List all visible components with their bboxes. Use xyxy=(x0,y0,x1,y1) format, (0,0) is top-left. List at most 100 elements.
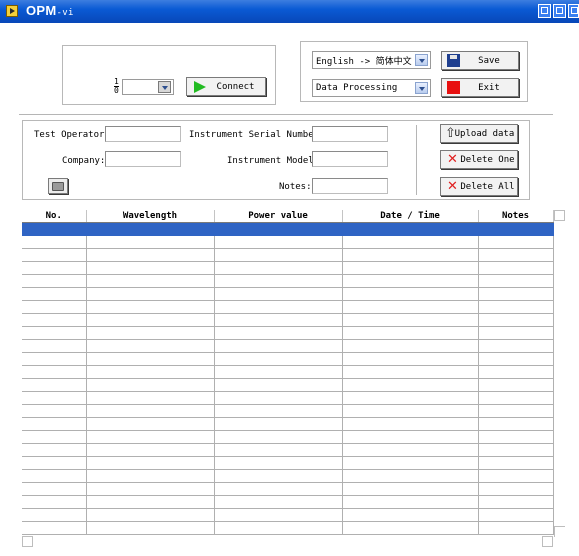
connect-button[interactable]: Connect xyxy=(186,77,266,96)
table-cell[interactable] xyxy=(86,404,215,418)
table-row[interactable] xyxy=(22,378,554,392)
table-cell[interactable] xyxy=(478,521,554,535)
table-cell[interactable] xyxy=(22,404,87,418)
table-cell[interactable] xyxy=(214,391,343,405)
delete-all-button[interactable]: ✕ Delete All xyxy=(440,177,518,196)
table-row[interactable] xyxy=(22,443,554,457)
test-operator-field[interactable] xyxy=(105,126,181,142)
table-row[interactable] xyxy=(22,313,554,327)
table-cell[interactable] xyxy=(22,261,87,275)
column-header-notes[interactable]: Notes xyxy=(478,210,554,223)
table-cell[interactable] xyxy=(342,521,479,535)
table-row[interactable] xyxy=(22,456,554,470)
table-cell[interactable] xyxy=(22,222,87,236)
table-cell[interactable] xyxy=(86,378,215,392)
table-cell[interactable] xyxy=(86,261,215,275)
table-cell[interactable] xyxy=(86,521,215,535)
table-cell[interactable] xyxy=(214,235,343,249)
table-cell[interactable] xyxy=(214,365,343,379)
table-cell[interactable] xyxy=(214,469,343,483)
table-cell[interactable] xyxy=(22,287,87,301)
table-cell[interactable] xyxy=(214,352,343,366)
upload-data-button[interactable]: ⇧ Upload data xyxy=(440,124,518,143)
mode-dropdown-arrow[interactable] xyxy=(415,82,428,94)
table-cell[interactable] xyxy=(86,313,215,327)
table-row[interactable] xyxy=(22,521,554,535)
table-cell[interactable] xyxy=(342,469,479,483)
table-cell[interactable] xyxy=(342,430,479,444)
exit-button[interactable]: Exit xyxy=(441,78,519,97)
table-cell[interactable] xyxy=(86,456,215,470)
delete-one-button[interactable]: ✕ Delete One xyxy=(440,150,518,169)
port-select[interactable] xyxy=(122,79,174,95)
table-cell[interactable] xyxy=(86,326,215,340)
table-cell[interactable] xyxy=(86,339,215,353)
table-cell[interactable] xyxy=(214,404,343,418)
table-cell[interactable] xyxy=(342,417,479,431)
table-row[interactable] xyxy=(22,222,554,236)
table-cell[interactable] xyxy=(22,274,87,288)
table-cell[interactable] xyxy=(214,443,343,457)
table-cell[interactable] xyxy=(86,287,215,301)
table-row[interactable] xyxy=(22,352,554,366)
table-cell[interactable] xyxy=(22,469,87,483)
table-cell[interactable] xyxy=(22,378,87,392)
table-cell[interactable] xyxy=(342,456,479,470)
language-dropdown-arrow[interactable] xyxy=(415,54,428,66)
table-cell[interactable] xyxy=(214,248,343,262)
table-cell[interactable] xyxy=(342,261,479,275)
table-cell[interactable] xyxy=(478,222,554,236)
port-dropdown-arrow[interactable] xyxy=(158,81,171,93)
horizontal-scrollbar-right[interactable] xyxy=(542,536,553,547)
table-row[interactable] xyxy=(22,391,554,405)
table-cell[interactable] xyxy=(86,469,215,483)
print-button[interactable] xyxy=(48,178,68,194)
table-cell[interactable] xyxy=(478,326,554,340)
table-cell[interactable] xyxy=(342,508,479,522)
table-row[interactable] xyxy=(22,430,554,444)
table-cell[interactable] xyxy=(86,495,215,509)
table-cell[interactable] xyxy=(86,235,215,249)
table-row[interactable] xyxy=(22,404,554,418)
close-button[interactable] xyxy=(568,4,579,18)
table-row[interactable] xyxy=(22,482,554,496)
mode-select[interactable]: Data Processing xyxy=(312,79,431,97)
column-header-no[interactable]: No. xyxy=(22,210,87,223)
table-cell[interactable] xyxy=(22,456,87,470)
table-cell[interactable] xyxy=(478,482,554,496)
table-cell[interactable] xyxy=(478,313,554,327)
table-cell[interactable] xyxy=(478,300,554,314)
table-cell[interactable] xyxy=(342,352,479,366)
table-cell[interactable] xyxy=(342,274,479,288)
table-cell[interactable] xyxy=(214,430,343,444)
table-row[interactable] xyxy=(22,287,554,301)
column-header-wavelength[interactable]: Wavelength xyxy=(86,210,215,223)
table-row[interactable] xyxy=(22,326,554,340)
table-cell[interactable] xyxy=(86,508,215,522)
table-cell[interactable] xyxy=(22,443,87,457)
table-cell[interactable] xyxy=(86,443,215,457)
table-cell[interactable] xyxy=(86,352,215,366)
column-header-datetime[interactable]: Date / Time xyxy=(342,210,479,223)
table-cell[interactable] xyxy=(22,300,87,314)
table-cell[interactable] xyxy=(22,495,87,509)
table-cell[interactable] xyxy=(86,482,215,496)
table-cell[interactable] xyxy=(478,274,554,288)
table-cell[interactable] xyxy=(478,391,554,405)
table-cell[interactable] xyxy=(214,274,343,288)
table-row[interactable] xyxy=(22,274,554,288)
table-cell[interactable] xyxy=(342,495,479,509)
column-header-power[interactable]: Power value xyxy=(214,210,343,223)
table-cell[interactable] xyxy=(214,261,343,275)
table-cell[interactable] xyxy=(214,417,343,431)
table-cell[interactable] xyxy=(342,482,479,496)
table-cell[interactable] xyxy=(478,495,554,509)
table-cell[interactable] xyxy=(342,365,479,379)
table-cell[interactable] xyxy=(214,222,343,236)
company-field[interactable] xyxy=(105,151,181,167)
table-cell[interactable] xyxy=(478,456,554,470)
table-cell[interactable] xyxy=(86,300,215,314)
table-cell[interactable] xyxy=(86,417,215,431)
table-cell[interactable] xyxy=(214,495,343,509)
table-cell[interactable] xyxy=(214,300,343,314)
